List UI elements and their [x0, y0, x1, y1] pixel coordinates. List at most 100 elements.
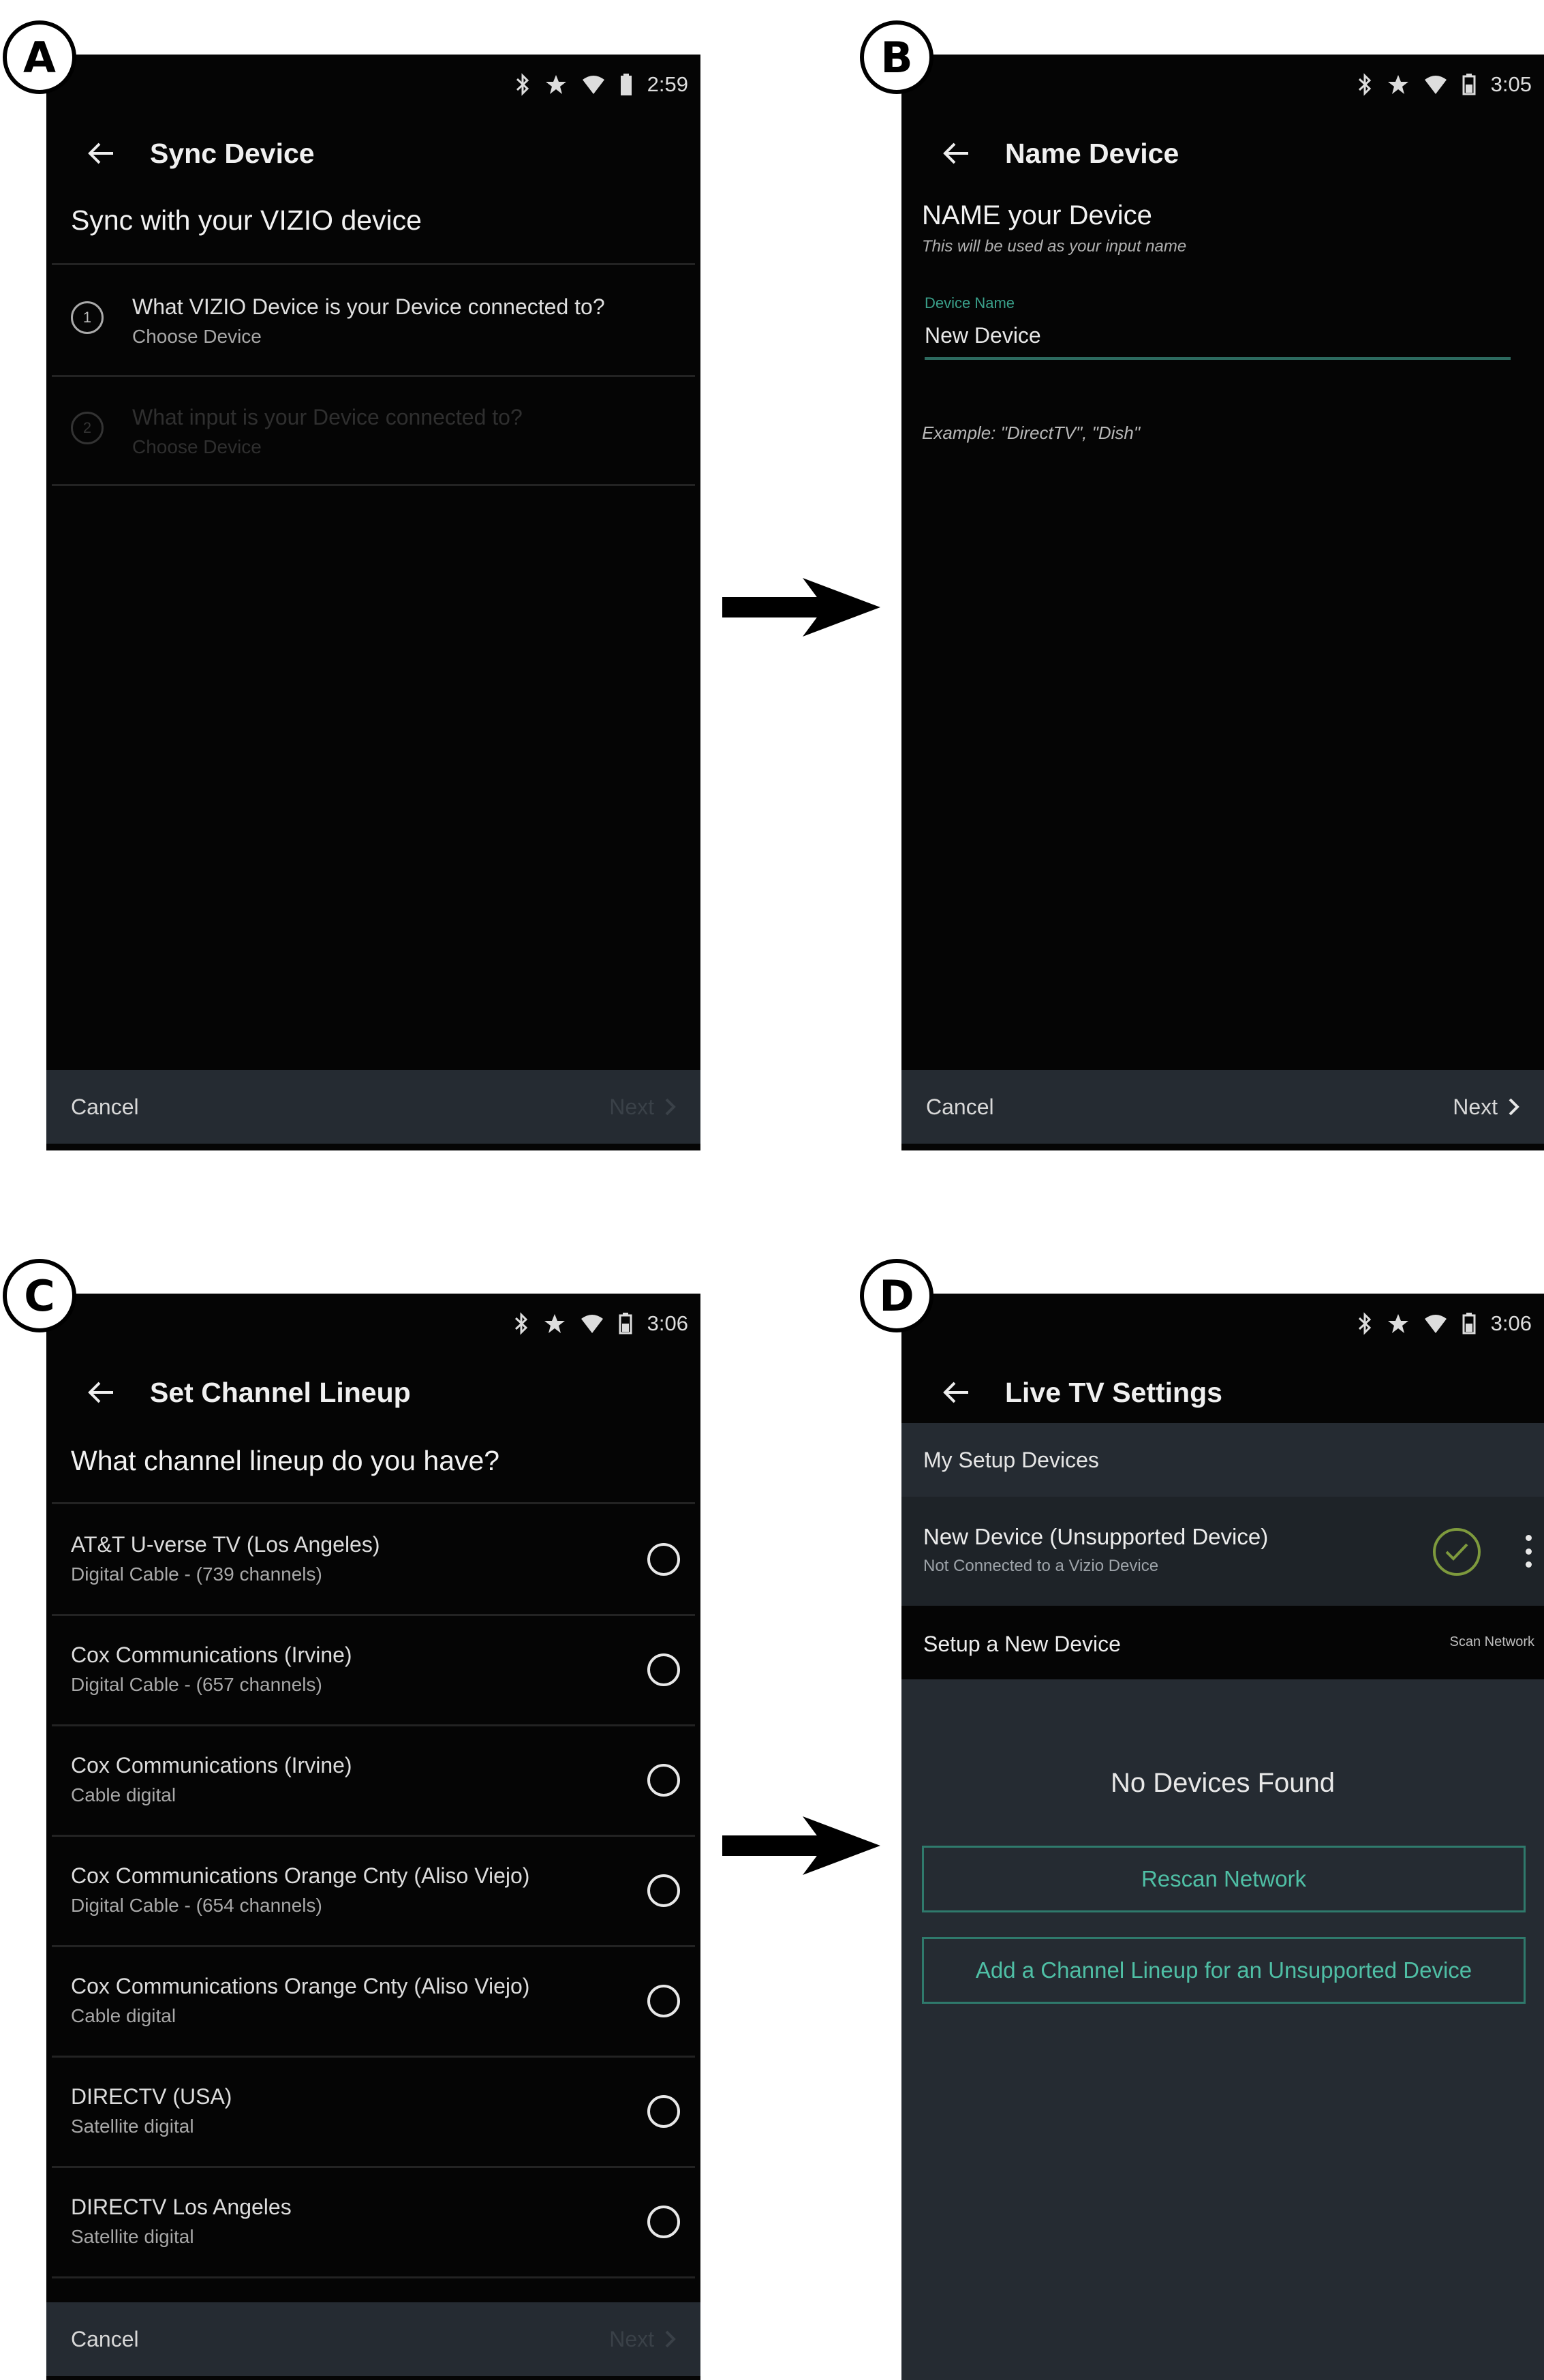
setup-new-device-row: Setup a New Device Scan Network	[901, 1606, 1544, 1679]
back-button[interactable]	[929, 133, 983, 174]
lineup-option[interactable]: DIRECTV Los Angeles Satellite digital	[46, 2167, 700, 2278]
rescan-network-button[interactable]: Rescan Network	[922, 1846, 1526, 1912]
lineup-option[interactable]: DIRECTV (USA) Satellite digital	[46, 2057, 700, 2167]
screen-set-channel-lineup: 3:06 Set Channel Lineup What channel lin…	[46, 1294, 700, 2380]
bluetooth-icon	[1358, 73, 1371, 96]
status-bar: 3:05	[1357, 64, 1532, 105]
section-title: My Setup Devices	[923, 1448, 1099, 1472]
helper-text: This will be used as your input name	[922, 237, 1187, 256]
footer-bar: Cancel Next	[901, 1070, 1544, 1144]
screen-live-tv-settings: 3:06 Live TV Settings My Setup Devices N…	[901, 1294, 1544, 2380]
step-question: What input is your Device connected to?	[132, 405, 523, 429]
status-time: 3:06	[1490, 1311, 1532, 1335]
battery-icon	[1462, 1313, 1476, 1334]
divider	[52, 1502, 695, 1504]
radio-button[interactable]	[647, 1764, 680, 1797]
scan-network-link[interactable]: Scan Network	[1450, 1634, 1535, 1650]
screen-name-device: 3:05 Name Device NAME your Device This w…	[901, 55, 1544, 1150]
step-question: What VIZIO Device is your Device connect…	[132, 294, 605, 319]
back-arrow-icon	[88, 142, 113, 164]
device-row[interactable]: New Device (Unsupported Device) Not Conn…	[901, 1497, 1544, 1606]
lineup-option[interactable]: Cox Communications (Irvine) Digital Cabl…	[46, 1615, 700, 1726]
lineup-provider: Cox Communications (Irvine)	[71, 1643, 352, 1667]
lineup-provider: DIRECTV Los Angeles	[71, 2195, 292, 2219]
back-arrow-icon	[943, 142, 968, 164]
section-heading: NAME your Device	[922, 200, 1152, 230]
right-arrow-icon	[722, 578, 880, 637]
back-arrow-icon	[88, 1382, 113, 1403]
bluetooth-icon	[1358, 1312, 1371, 1335]
footer-bar: Cancel Next	[46, 2302, 700, 2376]
back-arrow-icon	[943, 1382, 968, 1403]
chevron-right-icon	[665, 1098, 676, 1116]
divider	[52, 2276, 695, 2278]
next-button[interactable]: Next	[1453, 1095, 1519, 1120]
divider	[52, 484, 695, 486]
cancel-button[interactable]: Cancel	[71, 1095, 139, 1120]
back-button[interactable]	[929, 1372, 983, 1413]
cancel-button[interactable]: Cancel	[71, 2327, 139, 2352]
step-number: 2	[71, 412, 104, 444]
radio-button[interactable]	[647, 1985, 680, 2017]
example-text: Example: "DirectTV", "Dish"	[922, 423, 1141, 443]
device-status: Not Connected to a Vizio Device	[923, 1557, 1159, 1575]
step-hint: Choose Device	[132, 436, 262, 457]
status-time: 2:59	[647, 72, 688, 96]
radio-button[interactable]	[647, 1543, 680, 1576]
empty-state-text: No Devices Found	[1110, 1768, 1335, 1798]
radio-button[interactable]	[647, 2095, 680, 2128]
step-choose-vizio-device[interactable]: 1 What VIZIO Device is your Device conne…	[46, 266, 700, 375]
status-bar: 3:06	[1357, 1303, 1532, 1344]
wifi-icon	[582, 76, 604, 94]
status-time: 3:05	[1490, 72, 1532, 96]
back-button[interactable]	[74, 133, 128, 174]
battery-icon	[619, 1313, 632, 1334]
star-icon	[544, 1314, 565, 1333]
wifi-icon	[1424, 1315, 1447, 1333]
app-bar: Sync Device	[46, 116, 700, 191]
status-bar: 2:59	[515, 64, 688, 105]
lineup-option[interactable]: Cox Communications Orange Cnty (Aliso Vi…	[46, 1947, 700, 2057]
cancel-button[interactable]: Cancel	[926, 1095, 994, 1120]
section-heading: Sync with your VIZIO device	[71, 204, 422, 236]
lineup-details: Digital Cable - (657 channels)	[71, 1674, 322, 1695]
radio-button[interactable]	[647, 2206, 680, 2238]
battery-icon	[620, 74, 632, 95]
setup-label: Setup a New Device	[923, 1632, 1121, 1656]
page-title: Live TV Settings	[1005, 1376, 1222, 1408]
lineup-provider: AT&T U-verse TV (Los Angeles)	[71, 1532, 380, 1557]
more-options-icon[interactable]	[1515, 1531, 1542, 1572]
next-label: Next	[1453, 1094, 1498, 1119]
battery-icon	[1462, 74, 1476, 95]
page-title: Sync Device	[150, 137, 315, 169]
star-icon	[545, 75, 566, 94]
lineup-option[interactable]: Cox Communications Orange Cnty (Aliso Vi…	[46, 1836, 700, 1947]
device-name: New Device (Unsupported Device)	[923, 1524, 1269, 1549]
radio-button[interactable]	[647, 1653, 680, 1686]
status-time: 3:06	[647, 1311, 688, 1335]
lineup-option[interactable]: AT&T U-verse TV (Los Angeles) Digital Ca…	[46, 1505, 700, 1615]
panel-label-c: C	[3, 1259, 76, 1332]
panel-label-b: B	[860, 20, 933, 94]
panel-label-d: D	[860, 1259, 933, 1332]
wifi-icon	[581, 1315, 603, 1333]
lineup-details: Satellite digital	[71, 2116, 194, 2137]
status-bar: 3:06	[514, 1303, 688, 1344]
next-button[interactable]: Next	[609, 1095, 676, 1120]
add-channel-lineup-button[interactable]: Add a Channel Lineup for an Unsupported …	[922, 1937, 1526, 2004]
star-icon	[1387, 1314, 1408, 1333]
footer-bar: Cancel Next	[46, 1070, 700, 1144]
radio-button[interactable]	[647, 1874, 680, 1907]
next-button[interactable]: Next	[609, 2327, 676, 2352]
chevron-right-icon	[1509, 1098, 1519, 1116]
divider	[52, 263, 695, 265]
lineup-details: Digital Cable - (739 channels)	[71, 1563, 322, 1585]
page-title: Set Channel Lineup	[150, 1376, 411, 1408]
page-title: Name Device	[1005, 137, 1179, 169]
app-bar: Live TV Settings	[901, 1355, 1544, 1430]
lineup-option[interactable]: Cox Communications (Irvine) Cable digita…	[46, 1726, 700, 1836]
lineup-provider: DIRECTV (USA)	[71, 2084, 232, 2109]
back-button[interactable]	[74, 1372, 128, 1413]
lineup-provider: Cox Communications Orange Cnty (Aliso Vi…	[71, 1974, 530, 1998]
device-name-input[interactable]	[925, 319, 1511, 360]
